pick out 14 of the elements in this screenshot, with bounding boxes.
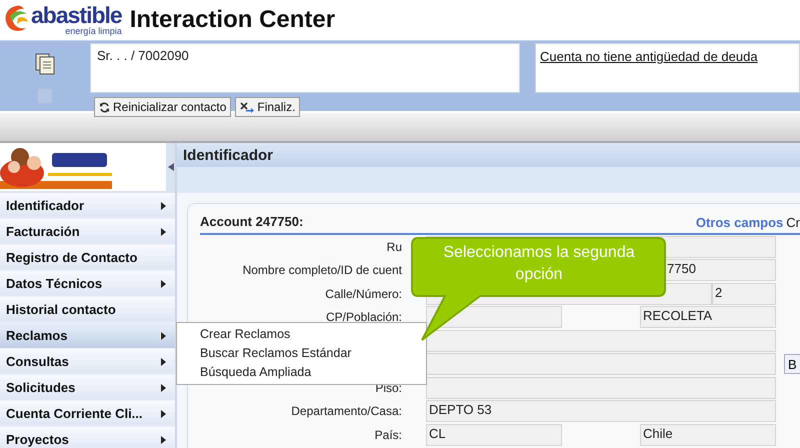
toolbar-label: Cr <box>786 215 800 230</box>
field-label: País: <box>374 428 402 442</box>
contact-field: Sr. . . / 7002090 <box>90 43 520 93</box>
account-heading: Account 247750: <box>200 214 304 231</box>
callout-text: Seleccionamos la segunda opción <box>442 243 636 285</box>
logo-tagline: energía limpia <box>65 27 122 36</box>
app-title: Interaction Center <box>130 6 336 34</box>
field-label: Ru <box>386 240 402 254</box>
field-label: Nombre completo/ID de cuent <box>242 263 402 278</box>
page-title: Identificador <box>183 146 274 164</box>
field-label: Departamento/Casa: <box>291 404 402 418</box>
logo-name: abastible <box>31 4 122 27</box>
field-label: CP/Población: <box>326 310 402 324</box>
field-label: Calle/Número: <box>325 286 402 301</box>
